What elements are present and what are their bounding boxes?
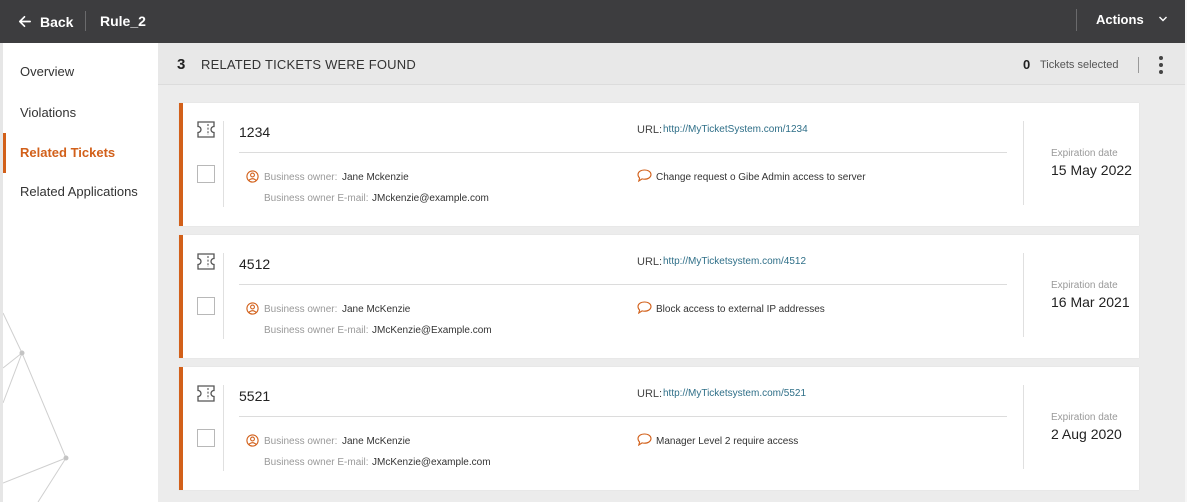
comment-icon xyxy=(637,169,652,182)
ticket-icon xyxy=(197,385,215,402)
page-title: Rule_2 xyxy=(100,13,146,29)
sidebar-item-related-tickets[interactable]: Related Tickets xyxy=(3,133,158,173)
ticket-card: 1234 URL: http://MyTicketSystem.com/1234… xyxy=(179,103,1139,226)
owner-email: JMckenzie@example.com xyxy=(372,193,489,204)
divider xyxy=(1076,9,1077,31)
chevron-down-icon xyxy=(1158,16,1167,22)
ticket-card: 5521 URL: http://MyTicketsystem.com/5521… xyxy=(179,367,1139,490)
top-bar: Back Rule_2 Actions xyxy=(0,0,1187,43)
back-label: Back xyxy=(40,13,74,30)
ticket-icon xyxy=(197,121,215,138)
divider xyxy=(239,416,1007,417)
expiration-date: 15 May 2022 xyxy=(1051,162,1132,178)
ticket-id: 4512 xyxy=(239,256,271,272)
divider xyxy=(1023,253,1024,337)
ticket-id: 1234 xyxy=(239,124,271,140)
owner-email: JMcKenzie@Example.com xyxy=(372,325,492,336)
sidebar-item-label: Violations xyxy=(20,105,77,120)
ticket-checkbox[interactable] xyxy=(197,165,215,183)
owner-name: Jane McKenzie xyxy=(342,304,411,315)
divider xyxy=(239,152,1007,153)
ticket-icon xyxy=(197,253,215,270)
arrow-left-icon xyxy=(18,15,31,28)
sidebar: Overview Violations Related Tickets Rela… xyxy=(3,43,158,502)
url-label: URL: xyxy=(637,256,663,268)
divider xyxy=(223,253,224,339)
results-count: 3 xyxy=(177,56,186,73)
owner-label: Business owner: xyxy=(264,304,338,315)
email-label: Business owner E-mail: xyxy=(264,325,369,336)
actions-button[interactable]: Actions xyxy=(1096,0,1168,38)
expiration-date: 2 Aug 2020 xyxy=(1051,426,1122,442)
back-button[interactable]: Back xyxy=(17,0,73,43)
owner-label: Business owner: xyxy=(264,436,338,447)
email-label: Business owner E-mail: xyxy=(264,193,369,204)
divider xyxy=(223,385,224,471)
sidebar-item-label: Related Tickets xyxy=(20,145,116,160)
divider xyxy=(1023,385,1024,469)
owner-email: JMcKenzie@example.com xyxy=(372,457,491,468)
kebab-menu-icon[interactable] xyxy=(1153,55,1169,75)
ticket-url-link[interactable]: http://MyTicketSystem.com/1234 xyxy=(663,124,808,135)
ticket-description: Change request o Gibe Admin access to se… xyxy=(656,172,866,183)
sidebar-item-related-applications[interactable]: Related Applications xyxy=(3,172,158,212)
decorative-network-graphic xyxy=(3,312,69,502)
expiration-label: Expiration date xyxy=(1051,412,1118,423)
ticket-url-link[interactable]: http://MyTicketsystem.com/5521 xyxy=(663,388,806,399)
results-header: 3 RELATED TICKETS WERE FOUND 0 Tickets s… xyxy=(158,43,1185,85)
ticket-id: 5521 xyxy=(239,388,271,404)
sidebar-item-overview[interactable]: Overview xyxy=(3,52,158,92)
ticket-card: 4512 URL: http://MyTicketsystem.com/4512… xyxy=(179,235,1139,358)
user-circle-icon xyxy=(246,302,259,315)
ticket-description: Block access to external IP addresses xyxy=(656,304,825,315)
ticket-url-link[interactable]: http://MyTicketsystem.com/4512 xyxy=(663,256,806,267)
expiration-date: 16 Mar 2021 xyxy=(1051,294,1130,310)
comment-icon xyxy=(637,433,652,446)
expiration-label: Expiration date xyxy=(1051,148,1118,159)
email-label: Business owner E-mail: xyxy=(264,457,369,468)
sidebar-item-label: Overview xyxy=(20,64,75,79)
comment-icon xyxy=(637,301,652,314)
divider xyxy=(1023,121,1024,205)
owner-name: Jane Mckenzie xyxy=(342,172,409,183)
ticket-checkbox[interactable] xyxy=(197,297,215,315)
user-circle-icon xyxy=(246,170,259,183)
url-label: URL: xyxy=(637,388,663,400)
sidebar-item-label: Related Applications xyxy=(20,184,138,199)
ticket-description: Manager Level 2 require access xyxy=(656,436,799,447)
selected-label: Tickets selected xyxy=(1040,59,1119,71)
owner-name: Jane McKenzie xyxy=(342,436,411,447)
selected-count: 0 xyxy=(1023,57,1031,72)
actions-label: Actions xyxy=(1096,11,1144,27)
ticket-checkbox[interactable] xyxy=(197,429,215,447)
url-label: URL: xyxy=(637,124,663,136)
divider xyxy=(1138,57,1139,73)
sidebar-item-violations[interactable]: Violations xyxy=(3,93,158,133)
results-label: RELATED TICKETS WERE FOUND xyxy=(201,57,416,72)
user-circle-icon xyxy=(246,434,259,447)
owner-label: Business owner: xyxy=(264,172,338,183)
divider xyxy=(223,121,224,207)
expiration-label: Expiration date xyxy=(1051,280,1118,291)
divider xyxy=(85,11,86,31)
divider xyxy=(239,284,1007,285)
